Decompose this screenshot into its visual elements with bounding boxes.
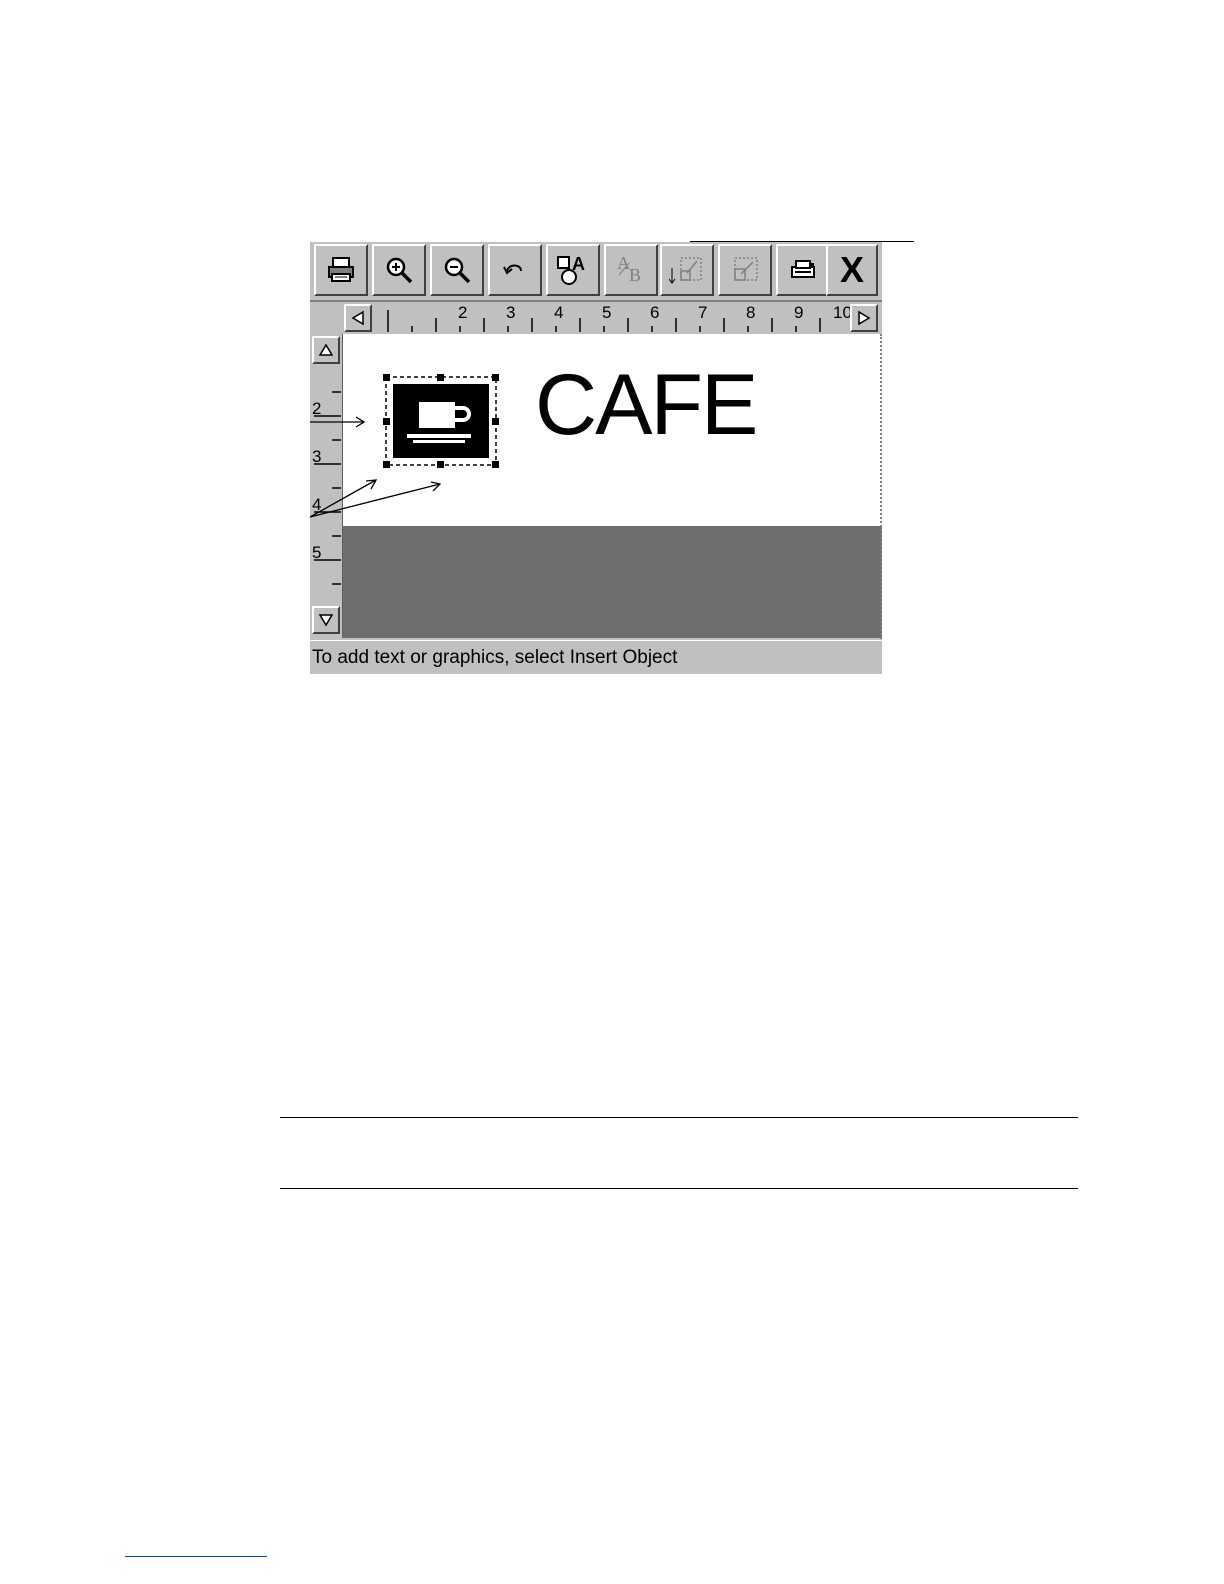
close-button[interactable]: X bbox=[826, 244, 878, 296]
triangle-down-icon bbox=[318, 614, 334, 627]
ruler-number: 2 bbox=[458, 303, 468, 322]
scroll-right-button[interactable] bbox=[850, 304, 878, 332]
svg-text:A: A bbox=[572, 254, 585, 274]
scroll-up-button[interactable] bbox=[312, 336, 340, 364]
footer-divider bbox=[125, 1556, 267, 1557]
status-bar: To add text or graphics, select Insert O… bbox=[310, 640, 882, 674]
ruler-number: 6 bbox=[650, 303, 660, 322]
shaded-region bbox=[343, 526, 882, 638]
zoom-out-icon bbox=[444, 257, 471, 284]
align-frame-icon bbox=[669, 257, 702, 284]
undo-icon bbox=[503, 264, 522, 275]
callout-arrows bbox=[310, 416, 442, 518]
ruler-number: 9 bbox=[794, 303, 804, 322]
ruler-number: 8 bbox=[746, 303, 756, 322]
toolbar: A A B X bbox=[310, 242, 882, 302]
zoom-out-button[interactable] bbox=[430, 244, 484, 296]
app-window: A A B X 2 3 4 5 6 7 8 9 10 2 3 4 5 CAFE … bbox=[310, 242, 882, 674]
window-edge bbox=[880, 334, 882, 674]
triangle-up-icon bbox=[318, 343, 334, 356]
insert-object-button[interactable]: A bbox=[546, 244, 600, 296]
ruler-number: 3 bbox=[506, 303, 516, 322]
text-format-button[interactable]: A B bbox=[604, 244, 658, 296]
divider bbox=[280, 1188, 1078, 1189]
undo-button[interactable] bbox=[488, 244, 542, 296]
horizontal-ruler: 2 3 4 5 6 7 8 9 10 bbox=[342, 302, 882, 335]
printer-icon bbox=[328, 257, 354, 282]
resize-button[interactable] bbox=[718, 244, 772, 296]
cafe-text[interactable]: CAFE bbox=[535, 362, 758, 448]
setup-button[interactable] bbox=[776, 244, 830, 296]
text-ab-icon: A B bbox=[617, 253, 641, 285]
align-button[interactable] bbox=[660, 244, 714, 296]
insert-object-icon: A bbox=[557, 254, 585, 285]
print-button[interactable] bbox=[314, 244, 368, 296]
zoom-in-button[interactable] bbox=[372, 244, 426, 296]
device-icon bbox=[791, 260, 815, 278]
zoom-in-icon bbox=[386, 257, 413, 284]
resize-frame-icon bbox=[734, 257, 758, 281]
scroll-down-button[interactable] bbox=[312, 606, 340, 634]
scroll-left-button[interactable] bbox=[344, 304, 372, 332]
svg-text:B: B bbox=[629, 265, 641, 285]
divider bbox=[280, 1117, 1078, 1118]
ruler-number: 5 bbox=[312, 543, 322, 562]
triangle-right-icon bbox=[858, 310, 871, 326]
triangle-left-icon bbox=[351, 310, 364, 326]
close-icon: X bbox=[839, 249, 864, 290]
ruler-number: 4 bbox=[554, 303, 564, 322]
ruler-number: 5 bbox=[602, 303, 612, 322]
ruler-number: 7 bbox=[698, 303, 708, 322]
